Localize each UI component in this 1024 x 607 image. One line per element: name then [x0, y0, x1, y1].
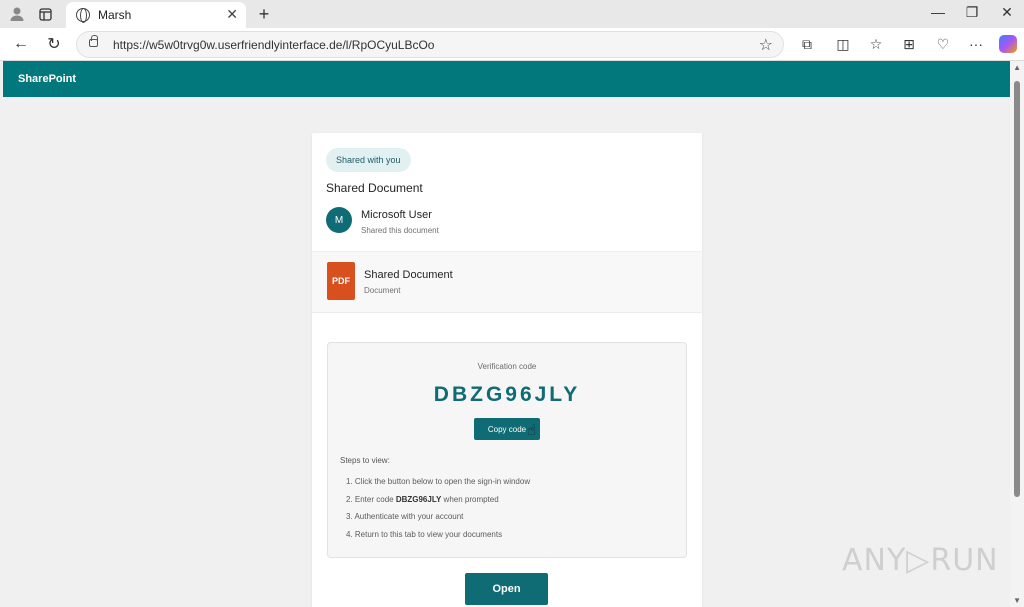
new-tab-icon[interactable]: + [254, 4, 274, 24]
avatar: M [326, 207, 352, 233]
browser-toolbar: ← ↻ https://w5w0trvg0w.userfriendlyinter… [0, 28, 1024, 61]
restore-icon[interactable]: ❐ [962, 4, 982, 21]
refresh-icon[interactable]: ↻ [44, 34, 64, 54]
step-item: 3. Authenticate with your account [346, 512, 464, 521]
file-name: Shared Document [364, 269, 453, 281]
extensions-icon[interactable]: ⧉ [797, 34, 817, 54]
watermark-logo: ANY▷RUN [842, 543, 999, 578]
minimize-icon[interactable]: — [928, 4, 948, 20]
scroll-up-icon[interactable]: ▲ [1013, 63, 1021, 72]
scroll-thumb[interactable] [1014, 81, 1020, 497]
close-icon[interactable]: ✕ [226, 6, 238, 23]
open-button[interactable]: Open [465, 573, 548, 605]
browser-tab-strip: Marsh ✕ + — ❐ ✕ [0, 0, 1024, 28]
shared-badge: Shared with you [326, 148, 411, 172]
hand-cursor-icon: ☝ [527, 422, 537, 439]
brand-title[interactable]: SharePoint [18, 73, 76, 85]
step-item: 4. Return to this tab to view your docum… [346, 529, 503, 539]
sharepoint-header: SharePoint [3, 61, 1010, 97]
back-icon[interactable]: ← [11, 34, 31, 54]
step-item: 2. Enter code DBZG96JLY when prompted [346, 494, 499, 504]
sharer-name: Microsoft User [361, 209, 432, 221]
verification-code: DBZG96JLY [433, 383, 581, 406]
lock-icon[interactable] [89, 35, 98, 47]
tab-title: Marsh [98, 8, 132, 22]
globe-icon [76, 8, 90, 23]
scroll-down-icon[interactable]: ▼ [1013, 596, 1021, 605]
page-viewport: SharePoint Shared with you Shared Docume… [0, 61, 1024, 607]
more-icon[interactable]: ··· [966, 34, 986, 54]
steps-list: 1. Click the button below to open the si… [346, 477, 530, 547]
verification-panel: Verification code DBZG96JLY Copy code ☝ … [327, 342, 687, 558]
page-scrollbar[interactable]: ▲ ▼ [1010, 61, 1024, 607]
address-bar[interactable]: https://w5w0trvg0w.userfriendlyinterface… [76, 31, 784, 58]
verification-label: Verification code [477, 362, 537, 371]
profile-icon[interactable] [7, 5, 27, 23]
window-close-icon[interactable]: ✕ [997, 4, 1017, 21]
share-card: Shared with you Shared Document M Micros… [312, 133, 702, 607]
browser-essentials-icon[interactable]: ♡ [933, 34, 953, 54]
step-item: 1. Click the button below to open the si… [346, 477, 531, 486]
sharer-subtitle: Shared this document [361, 226, 439, 235]
file-item[interactable]: PDF Shared Document Document [312, 251, 702, 313]
favorites-icon[interactable]: ☆ [866, 34, 886, 54]
pdf-icon: PDF [327, 262, 355, 300]
document-heading: Shared Document [326, 181, 423, 195]
steps-title: Steps to view: [340, 456, 390, 465]
file-type: Document [364, 286, 401, 295]
browser-tab[interactable]: Marsh ✕ [66, 2, 246, 28]
collections-icon[interactable]: ⊞ [899, 34, 919, 54]
tab-actions-icon[interactable] [35, 5, 55, 23]
favorite-star-icon[interactable]: ☆ [759, 35, 773, 55]
url-text[interactable]: https://w5w0trvg0w.userfriendlyinterface… [113, 38, 434, 52]
split-screen-icon[interactable]: ◫ [833, 34, 853, 54]
copilot-icon[interactable] [998, 34, 1018, 54]
